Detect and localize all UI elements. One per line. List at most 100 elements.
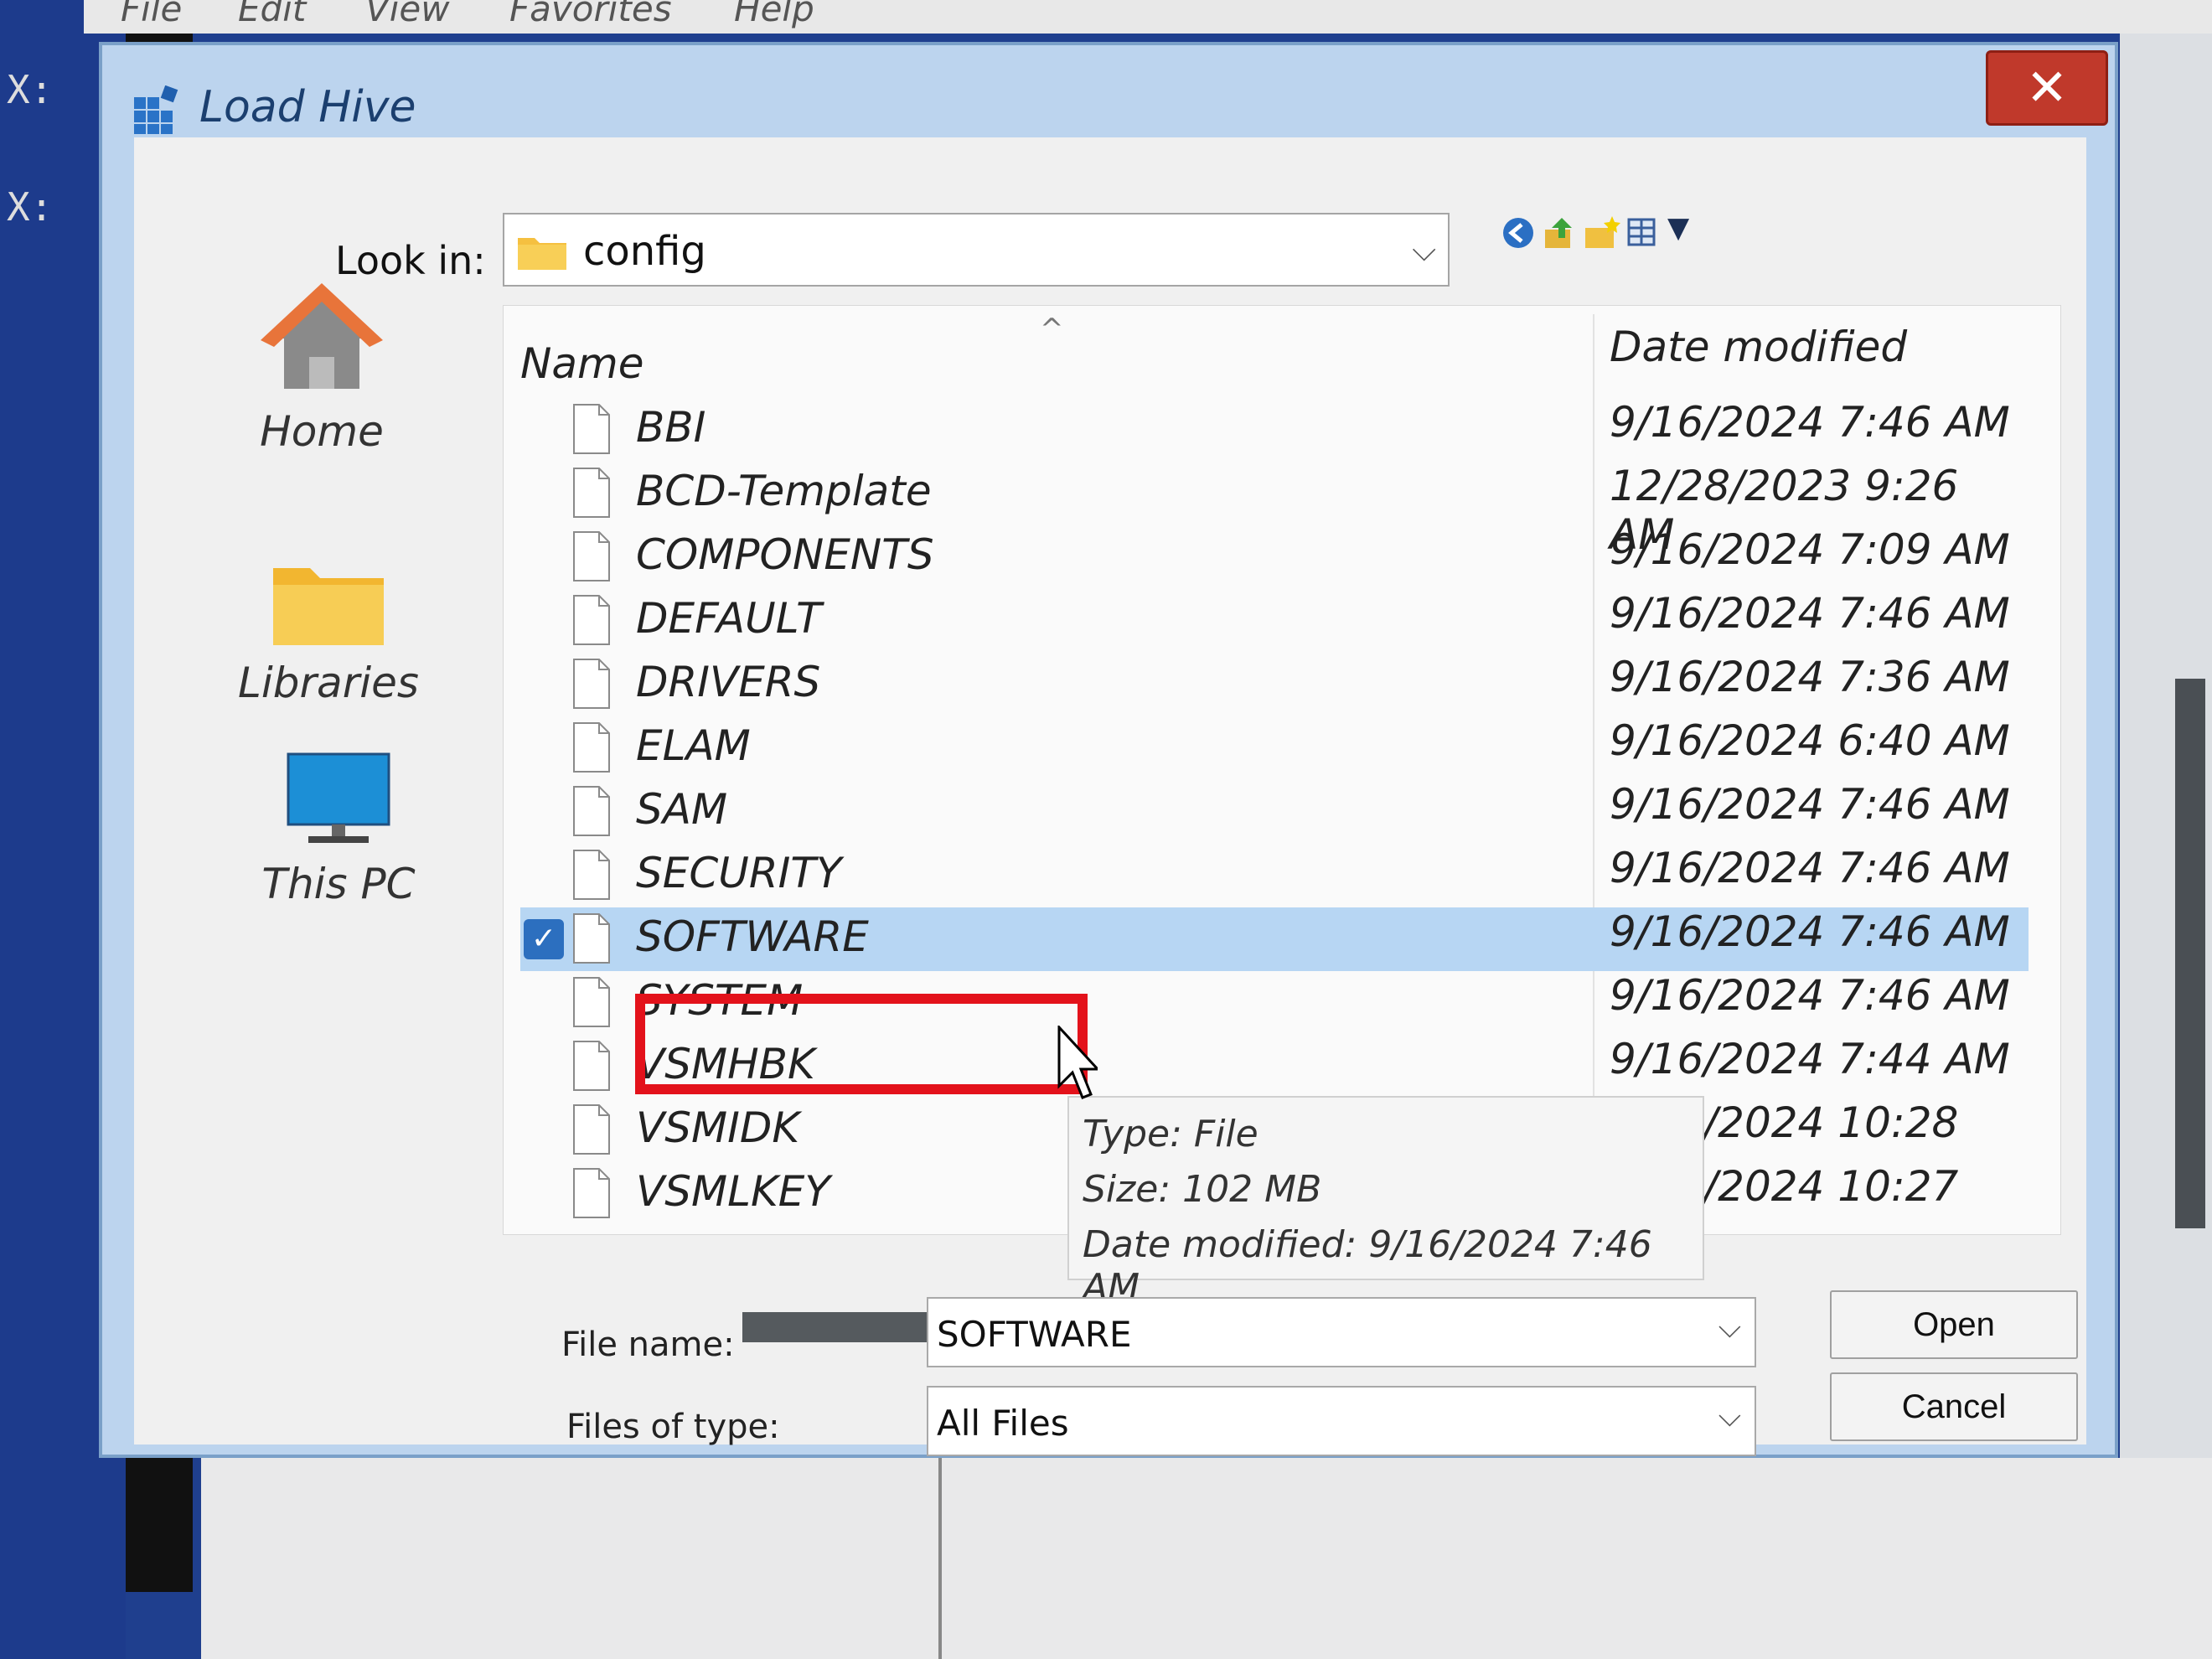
file-name: SECURITY [636,849,842,897]
close-button[interactable]: ✕ [1986,50,2108,126]
view-menu-icon[interactable] [1625,214,1662,251]
chevron-down-icon[interactable]: ⌵ [1718,1399,1741,1434]
file-row[interactable]: VSMHBK 9/16/2024 7:44 AM [520,1035,2029,1098]
file-name: VSMHBK [636,1040,815,1088]
filename-input[interactable]: SOFTWARE ⌵ [927,1297,1756,1367]
mouse-cursor-icon [1057,1026,1098,1099]
sort-arrow-icon: ^ [1040,313,1064,346]
new-folder-icon[interactable] [1584,214,1620,251]
file-name: SAM [636,785,728,834]
menu-view[interactable]: View [365,0,450,29]
menu-help[interactable]: Help [734,0,814,29]
dropdown-arrow-icon[interactable]: ▼ [1667,211,1689,245]
file-icon [573,404,610,454]
chevron-down-icon[interactable]: ⌵ [1718,1310,1741,1346]
file-date-modified: 9/16/2024 7:46 AM [1610,780,2010,829]
file-name: DRIVERS [636,658,821,706]
file-date-modified: 9/16/2024 7:44 AM [1610,1035,2010,1083]
filetype-label: Files of type: [566,1408,780,1446]
chevron-down-icon: ⌵ [1412,231,1436,268]
file-row[interactable]: ✓ SOFTWARE 9/16/2024 7:46 AM [520,907,2029,971]
file-icon [573,1168,610,1218]
background-menubar: File Edit View Favorites Help [84,0,2212,34]
dialog-title: Load Hive [199,82,416,132]
place-label-this-pc: This PC [261,860,416,908]
menu-edit[interactable]: Edit [238,0,306,29]
libraries-folder-icon [273,568,384,645]
file-icon [573,977,610,1027]
column-header-date[interactable]: Date modified [1610,323,1907,371]
file-date-modified: 9/16/2024 7:46 AM [1610,398,2010,447]
file-icon [573,850,610,900]
file-name: SOFTWARE [636,912,869,961]
file-row[interactable]: DRIVERS 9/16/2024 7:36 AM [520,653,2029,716]
file-row[interactable]: SAM 9/16/2024 7:46 AM [520,780,2029,844]
vertical-scrollbar[interactable] [2175,679,2205,1228]
file-date-modified: 9/16/2024 6:40 AM [1610,716,2010,765]
home-icon [261,283,383,389]
file-icon [573,786,610,836]
file-name: BCD-Template [636,467,932,515]
file-name: VSMLKEY [636,1167,830,1216]
place-this-pc[interactable]: This PC [230,749,447,908]
filetype-dropdown[interactable]: All Files ⌵ [927,1386,1756,1456]
lookin-dropdown[interactable]: config ⌵ [503,213,1450,287]
registry-icon [134,85,178,134]
background-splitter [938,1458,942,1659]
file-row[interactable]: BCD-Template 12/28/2023 9:26 AM [520,462,2029,559]
file-row[interactable]: COMPONENTS 9/16/2024 7:09 AM [520,525,2029,589]
place-libraries[interactable]: Libraries [220,556,437,707]
file-date-modified: 9/16/2024 7:36 AM [1610,653,2010,701]
file-icon [573,468,610,518]
filetype-value: All Files [937,1403,1069,1444]
tooltip-size: Size: 102 MB [1083,1168,1322,1211]
close-icon: ✕ [2025,59,2069,117]
menu-favorites[interactable]: Favorites [509,0,672,29]
cancel-button[interactable]: Cancel [1830,1372,2078,1441]
file-row[interactable]: DEFAULT 9/16/2024 7:46 AM [520,589,2029,653]
tooltip-date: Date modified: 9/16/2024 7:46 AM [1083,1223,1652,1309]
file-icon [573,1104,610,1155]
file-name: DEFAULT [636,594,822,643]
file-icon [573,1041,610,1091]
up-folder-icon[interactable] [1542,214,1579,251]
file-date-modified: 9/16/2024 7:46 AM [1610,907,2010,956]
load-hive-dialog: Load Hive ✕ Look in: config ⌵ ▼ Home Lib… [99,42,2205,1458]
file-tooltip: Type: File Size: 102 MB Date modified: 9… [1067,1096,1704,1309]
file-icon [573,659,610,709]
tooltip-type: Type: File [1083,1113,1258,1155]
file-icon [573,722,610,773]
place-label-home: Home [260,407,384,456]
folder-icon [518,238,566,270]
file-row[interactable]: SYSTEM 9/16/2024 7:46 AM [520,971,2029,1035]
file-icon [573,595,610,645]
checkbox-icon[interactable]: ✓ [524,919,564,959]
file-name: SYSTEM [636,976,804,1025]
column-header-name[interactable]: Name [520,339,644,388]
back-icon[interactable] [1500,214,1537,251]
place-home[interactable]: Home [213,280,431,456]
file-row[interactable]: ELAM 9/16/2024 6:40 AM [520,716,2029,780]
file-date-modified: 9/16/2024 7:09 AM [1610,525,2010,574]
file-row[interactable]: SECURITY 9/16/2024 7:46 AM [520,844,2029,907]
place-label-libraries: Libraries [238,659,419,707]
file-date-modified: 9/16/2024 7:46 AM [1610,971,2010,1020]
menu-file[interactable]: File [121,0,182,29]
filename-label: File name: [561,1326,735,1364]
open-button[interactable]: Open [1830,1290,2078,1359]
file-name: ELAM [636,721,751,770]
lookin-value: config [583,228,706,275]
console-prompt: X: [7,67,54,112]
title-bar[interactable]: Load Hive ✕ [102,45,2115,146]
this-pc-icon [287,752,390,843]
file-icon [573,531,610,581]
file-icon [573,913,610,964]
background-pane [201,1458,2212,1659]
filename-value: SOFTWARE [937,1314,1132,1355]
file-row[interactable]: BBI 9/16/2024 7:46 AM [520,398,2029,462]
lookin-label: Look in: [335,238,486,283]
file-name: COMPONENTS [636,530,934,579]
console-prompt: X: [7,184,54,230]
dialog-body: Look in: config ⌵ ▼ Home Libraries This … [134,137,2205,1456]
file-date-modified: 9/16/2024 7:46 AM [1610,589,2010,638]
